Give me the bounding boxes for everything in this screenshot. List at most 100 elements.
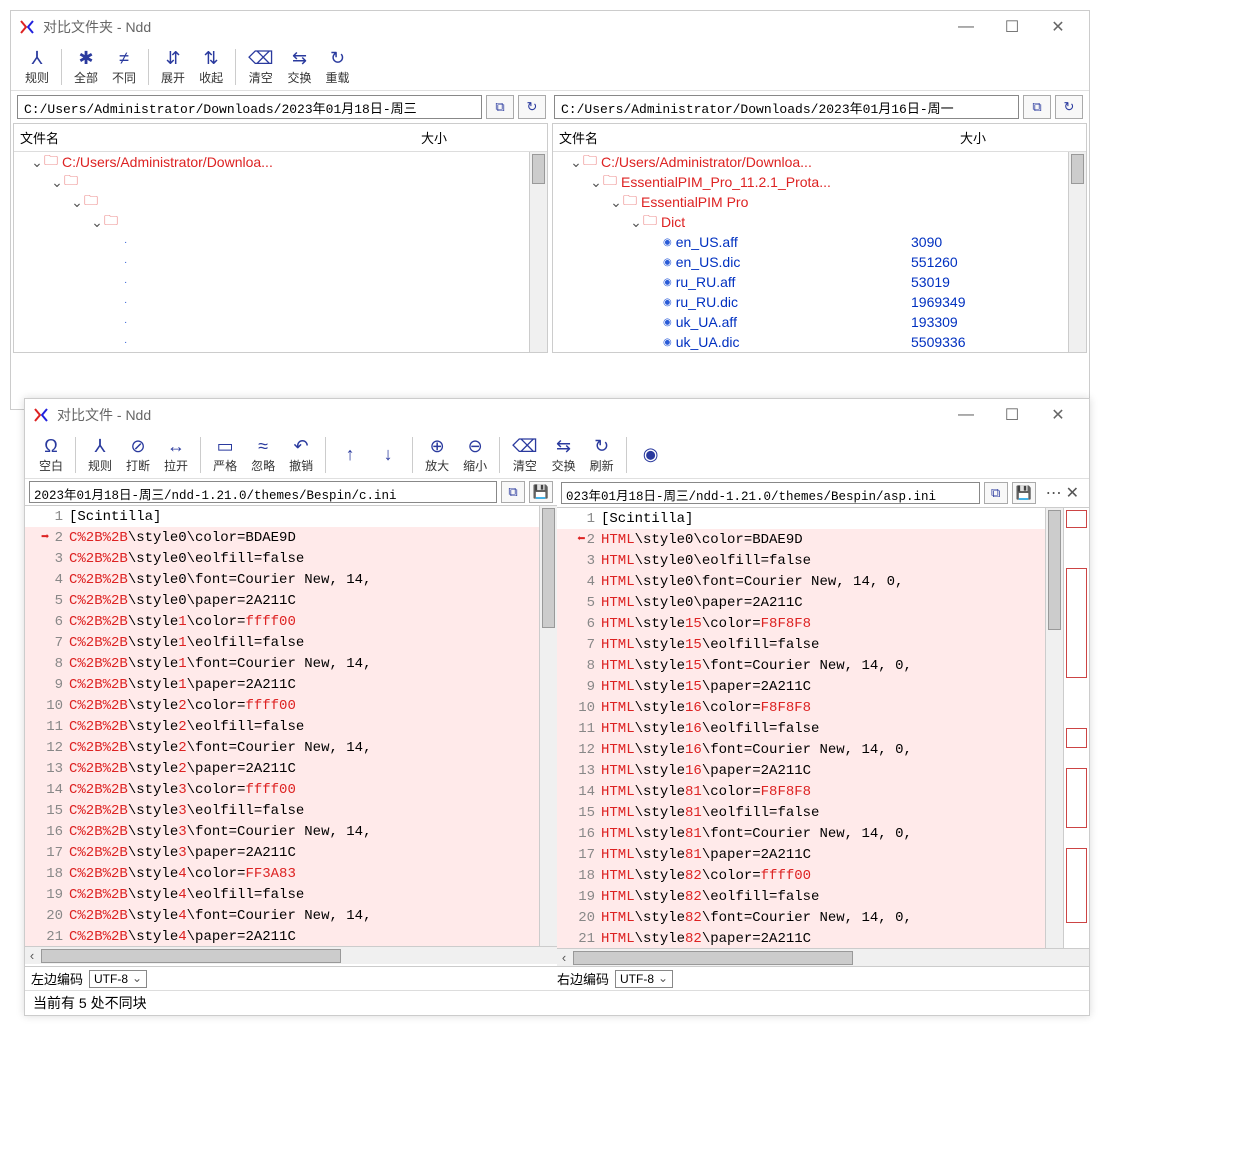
- code-line[interactable]: 5C%2B%2B\style0\paper=2A211C: [25, 590, 539, 611]
- right-file-path[interactable]: 023年01月18日-周三/ndd-1.21.0/themes/Bespin/a…: [561, 482, 980, 504]
- toolbar-btn-1[interactable]: ✱全部: [68, 45, 104, 88]
- col-filename[interactable]: 文件名: [559, 128, 960, 147]
- toolbar-btn-4[interactable]: ⇅收起: [193, 45, 229, 88]
- code-line[interactable]: 9C%2B%2B\style1\paper=2A211C: [25, 674, 539, 695]
- right-save-button[interactable]: 💾: [1012, 482, 1036, 504]
- code-line[interactable]: 14C%2B%2B\style3\color=ffff00: [25, 779, 539, 800]
- tab-controls[interactable]: ⋯✕: [1040, 481, 1085, 505]
- right-browse-button[interactable]: ⧉: [1023, 95, 1051, 119]
- code-line[interactable]: 1[Scintilla]: [25, 506, 539, 527]
- left-browse-button[interactable]: ⧉: [486, 95, 514, 119]
- right-browse-button[interactable]: ⧉: [984, 482, 1008, 504]
- tree-file[interactable]: ·: [14, 232, 529, 252]
- right-refresh-button[interactable]: ↻: [1055, 95, 1083, 119]
- maximize-button[interactable]: ☐: [989, 13, 1035, 41]
- toolbar-btn-6[interactable]: ↶撤销: [283, 433, 319, 476]
- minimize-button[interactable]: —: [943, 13, 989, 41]
- toolbar-btn-11[interactable]: ⌫清空: [506, 433, 543, 476]
- toolbar-btn-8[interactable]: ↓: [370, 442, 406, 468]
- toolbar-btn-12[interactable]: ⇆交换: [546, 433, 582, 476]
- code-line[interactable]: 4HTML\style0\font=Courier New, 14, 0,: [557, 571, 1045, 592]
- code-line[interactable]: 19HTML\style82\eolfill=false: [557, 886, 1045, 907]
- tree-file[interactable]: ·: [14, 252, 529, 272]
- toolbar-btn-6[interactable]: ⇆交换: [282, 45, 318, 88]
- code-line[interactable]: 18HTML\style82\color=ffff00: [557, 865, 1045, 886]
- col-filename[interactable]: 文件名: [20, 128, 421, 147]
- code-line[interactable]: 12C%2B%2B\style2\font=Courier New, 14,: [25, 737, 539, 758]
- right-encoding-select[interactable]: UTF-8: [615, 970, 673, 988]
- right-path-input[interactable]: [554, 95, 1019, 119]
- code-line[interactable]: 3HTML\style0\eolfill=false: [557, 550, 1045, 571]
- left-encoding-select[interactable]: UTF-8: [89, 970, 147, 988]
- tree-file[interactable]: ·: [14, 312, 529, 332]
- right-tree-scrollbar[interactable]: [1068, 152, 1086, 352]
- tree-file[interactable]: ◉en_US.dic551260: [553, 252, 1068, 272]
- code-line[interactable]: 11HTML\style16\eolfill=false: [557, 718, 1045, 739]
- diff-overview-strip[interactable]: [1063, 508, 1089, 948]
- tree-file[interactable]: ◉en_US.aff3090: [553, 232, 1068, 252]
- toolbar-btn-2[interactable]: ≠不同: [106, 45, 142, 88]
- tree-folder[interactable]: ⌄🗀: [14, 212, 529, 232]
- tree-folder[interactable]: ⌄🗀: [14, 172, 529, 192]
- code-line[interactable]: 16C%2B%2B\style3\font=Courier New, 14,: [25, 821, 539, 842]
- close-button[interactable]: ✕: [1035, 401, 1081, 429]
- diff-block-marker[interactable]: [1066, 728, 1087, 748]
- toolbar-btn-4[interactable]: ▭严格: [207, 433, 243, 476]
- toolbar-btn-9[interactable]: ⊕放大: [419, 433, 455, 476]
- tree-folder[interactable]: ⌄🗀EssentialPIM Pro: [553, 192, 1068, 212]
- left-browse-button[interactable]: ⧉: [501, 481, 525, 503]
- tree-folder[interactable]: ⌄🗀C:/Users/Administrator/Downloa...: [14, 152, 529, 172]
- diff-block-marker[interactable]: [1066, 848, 1087, 923]
- maximize-button[interactable]: ☐: [989, 401, 1035, 429]
- left-code-scrollbar[interactable]: [539, 506, 557, 946]
- code-line[interactable]: 2HTML\style0\color=BDAE9D: [557, 529, 1045, 550]
- left-path-input[interactable]: [17, 95, 482, 119]
- code-line[interactable]: 16HTML\style81\font=Courier New, 14, 0,: [557, 823, 1045, 844]
- code-line[interactable]: 21C%2B%2B\style4\paper=2A211C: [25, 926, 539, 946]
- code-line[interactable]: 15HTML\style81\eolfill=false: [557, 802, 1045, 823]
- code-line[interactable]: 6HTML\style15\color=F8F8F8: [557, 613, 1045, 634]
- toolbar-btn-10[interactable]: ⊖缩小: [457, 433, 493, 476]
- code-line[interactable]: 12HTML\style16\font=Courier New, 14, 0,: [557, 739, 1045, 760]
- code-line[interactable]: 9HTML\style15\paper=2A211C: [557, 676, 1045, 697]
- toolbar-btn-3[interactable]: ⇵展开: [155, 45, 191, 88]
- code-line[interactable]: 15C%2B%2B\style3\eolfill=false: [25, 800, 539, 821]
- left-save-button[interactable]: 💾: [529, 481, 553, 503]
- tree-file[interactable]: ·: [14, 292, 529, 312]
- code-line[interactable]: 17C%2B%2B\style3\paper=2A211C: [25, 842, 539, 863]
- left-tree-scrollbar[interactable]: [529, 152, 547, 352]
- code-line[interactable]: 2C%2B%2B\style0\color=BDAE9D: [25, 527, 539, 548]
- toolbar-btn-0[interactable]: Ω空白: [33, 433, 69, 476]
- minimize-button[interactable]: —: [943, 401, 989, 429]
- diff-block-marker[interactable]: [1066, 768, 1087, 828]
- close-button[interactable]: ✕: [1035, 13, 1081, 41]
- code-line[interactable]: 10HTML\style16\color=F8F8F8: [557, 697, 1045, 718]
- code-line[interactable]: 13C%2B%2B\style2\paper=2A211C: [25, 758, 539, 779]
- tree-file[interactable]: ◉uk_UA.dic5509336: [553, 332, 1068, 352]
- code-line[interactable]: 1[Scintilla]: [557, 508, 1045, 529]
- tree-folder[interactable]: ⌄🗀Dict: [553, 212, 1068, 232]
- code-line[interactable]: 7C%2B%2B\style1\eolfill=false: [25, 632, 539, 653]
- toolbar-btn-0[interactable]: ⅄规则: [19, 45, 55, 88]
- code-line[interactable]: 18C%2B%2B\style4\color=FF3A83: [25, 863, 539, 884]
- code-line[interactable]: 17HTML\style81\paper=2A211C: [557, 844, 1045, 865]
- code-line[interactable]: 6C%2B%2B\style1\color=ffff00: [25, 611, 539, 632]
- tree-folder[interactable]: ⌄🗀C:/Users/Administrator/Downloa...: [553, 152, 1068, 172]
- right-code-scrollbar[interactable]: [1045, 508, 1063, 948]
- code-line[interactable]: 3C%2B%2B\style0\eolfill=false: [25, 548, 539, 569]
- right-hscrollbar[interactable]: ‹: [557, 948, 1089, 966]
- tree-file[interactable]: ◉ru_RU.aff53019: [553, 272, 1068, 292]
- tree-file[interactable]: ◉ru_RU.dic1969349: [553, 292, 1068, 312]
- col-size[interactable]: 大小: [421, 128, 541, 147]
- diff-block-marker[interactable]: [1066, 568, 1087, 678]
- code-line[interactable]: 11C%2B%2B\style2\eolfill=false: [25, 716, 539, 737]
- diff-block-marker[interactable]: [1066, 510, 1087, 528]
- code-line[interactable]: 8HTML\style15\font=Courier New, 14, 0,: [557, 655, 1045, 676]
- left-hscrollbar[interactable]: ‹: [25, 946, 557, 964]
- tree-folder[interactable]: ⌄🗀EssentialPIM_Pro_11.2.1_Prota...: [553, 172, 1068, 192]
- code-line[interactable]: 8C%2B%2B\style1\font=Courier New, 14,: [25, 653, 539, 674]
- code-line[interactable]: 21HTML\style82\paper=2A211C: [557, 928, 1045, 948]
- tree-file[interactable]: ·: [14, 272, 529, 292]
- toolbar-btn-7[interactable]: ↑: [332, 442, 368, 468]
- code-line[interactable]: 4C%2B%2B\style0\font=Courier New, 14,: [25, 569, 539, 590]
